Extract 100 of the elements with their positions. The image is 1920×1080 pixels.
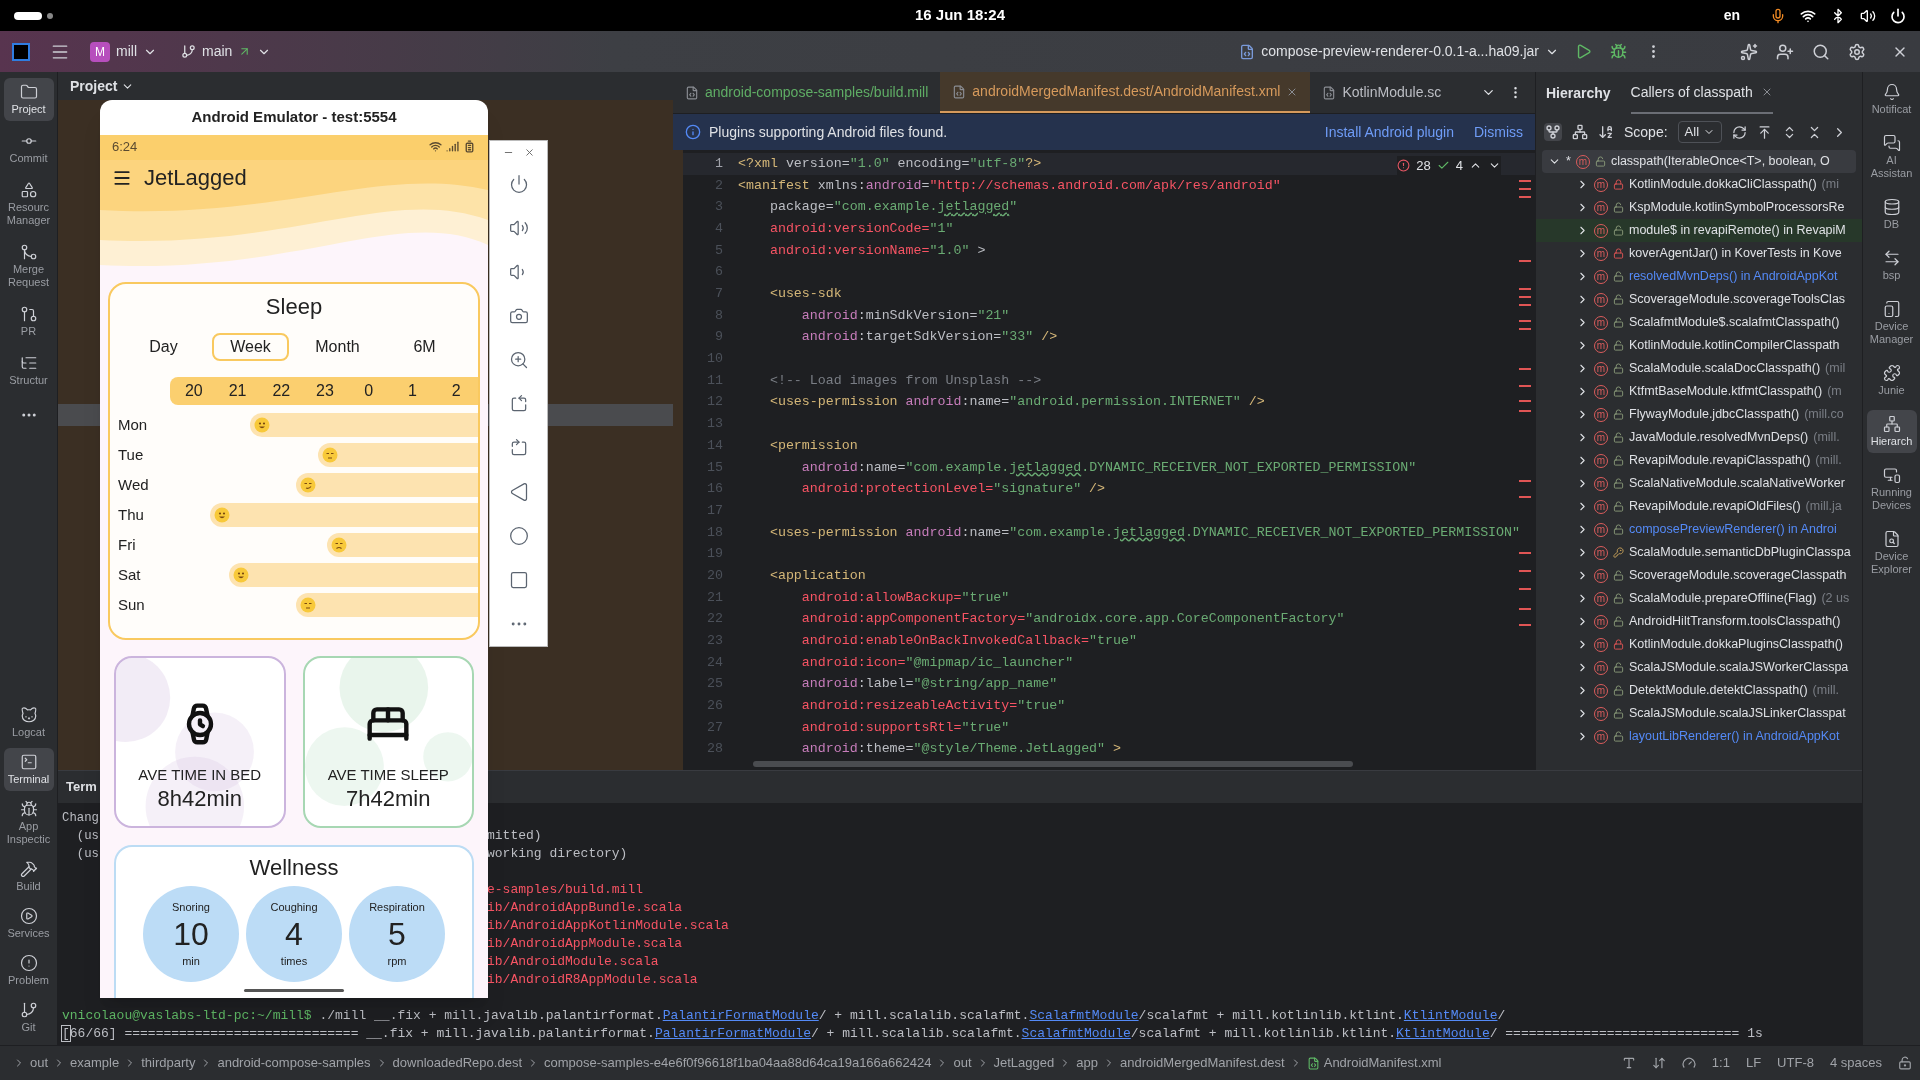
power-icon[interactable] (1890, 7, 1906, 24)
add-user-icon[interactable] (1776, 42, 1794, 61)
tool-window-button[interactable]: Build (3, 855, 54, 898)
tool-window-button[interactable]: PR (3, 300, 54, 343)
tree-item[interactable]: m JavaModule.resolvedMvnDeps() (mill. (1536, 426, 1862, 449)
tool-window-button[interactable]: Structur (3, 349, 54, 392)
tree-item[interactable]: m KotlinModule.dokkaCliClasspath() (mi (1536, 173, 1862, 196)
tool-window-button[interactable]: Terminal (3, 748, 54, 791)
breadcrumb[interactable]: compose-samples-e4e6f0f96618f1ba04aa88d64ca19a166a662424 (544, 1053, 932, 1073)
tree-item[interactable]: m ScalaModule.scalaDocClasspath() (mil (1536, 357, 1862, 380)
refresh-icon[interactable] (1732, 124, 1748, 140)
breadcrumb[interactable]: AndroidManifest.xml (1323, 1053, 1442, 1073)
tool-window-button[interactable]: Merge Request (3, 238, 54, 294)
banner-link[interactable]: Dismiss (1474, 121, 1523, 143)
terminal-link[interactable]: PalantirFormatModule (654, 1026, 811, 1042)
tree-item[interactable]: m RevapiModule.revapiClasspath() (mill. (1536, 449, 1862, 472)
tool-window-button[interactable]: Logcat (3, 701, 54, 744)
tree-item[interactable]: m KotlinModule.kotlinCompilerClasspath (1536, 334, 1862, 357)
tree-item[interactable]: m resolvedMvnDeps() in AndroidAppKot (1536, 265, 1862, 288)
zoom-in-icon[interactable] (508, 350, 529, 370)
tree-item[interactable]: m AndroidHiltTransform.toolsClasspath() (1536, 610, 1862, 633)
period-tab[interactable]: Month (297, 332, 378, 361)
tool-window-button[interactable]: DB (1866, 193, 1917, 236)
panel-tab[interactable]: Callers of classpath (1630, 72, 1773, 114)
caret-position[interactable]: 1:1 (1711, 1053, 1730, 1073)
tree-item[interactable]: m DetektModule.detektClasspath() (mill. (1536, 679, 1862, 702)
tool-window-button[interactable]: bsp (1866, 244, 1917, 287)
gauge-icon[interactable] (1681, 1056, 1696, 1070)
close-icon[interactable] (523, 147, 535, 158)
terminal-link[interactable]: ScalafmtModule (1029, 1008, 1139, 1024)
tool-window-button[interactable]: Running Devices (1866, 461, 1917, 517)
sort-icon[interactable] (1598, 124, 1614, 140)
terminal-link[interactable]: KtlintModule (1403, 1008, 1498, 1024)
period-tab[interactable]: Day (131, 332, 196, 361)
debug-icon[interactable] (1610, 43, 1627, 60)
tool-window-button[interactable]: Junie (1866, 359, 1917, 402)
breadcrumb[interactable]: androidMergedManifest.dest (1119, 1053, 1285, 1073)
period-tab[interactable]: Week (212, 332, 289, 361)
banner-link[interactable]: Install Android plugin (1324, 121, 1454, 143)
tree-item[interactable]: m ScalaModule.semanticDbPluginClasspa (1536, 541, 1862, 564)
scope-dropdown[interactable]: All (1677, 121, 1723, 143)
tree-item[interactable]: m KspModule.kotlinSymbolProcessorsRe (1536, 196, 1862, 219)
tree-item[interactable]: m ScalafmtModule$.scalafmtClasspath() (1536, 311, 1862, 334)
breadcrumb[interactable]: example (70, 1053, 120, 1073)
tool-window-button[interactable]: App Inspectic (3, 795, 54, 851)
overview-icon[interactable] (508, 570, 529, 590)
tool-window-button[interactable]: AI Assistan (1866, 129, 1917, 185)
hierarchy-icon[interactable] (1572, 124, 1588, 140)
breadcrumb[interactable]: out (30, 1053, 49, 1073)
editor-tab[interactable]: KotlinModule.sc (1310, 72, 1454, 113)
run-icon[interactable] (1575, 43, 1592, 60)
tree-item[interactable]: m ScoverageModule.scoverageToolsClas (1536, 288, 1862, 311)
tool-window-button[interactable]: Notificat (1866, 78, 1917, 121)
file-encoding[interactable]: UTF-8 (1777, 1053, 1814, 1073)
microphone-icon[interactable] (1770, 7, 1786, 24)
tree-item[interactable]: m composePreviewRenderer() in Androi (1536, 518, 1862, 541)
editor-tab[interactable]: android-compose-samples/build.mill (673, 72, 941, 113)
indent-setting[interactable]: 4 spaces (1829, 1053, 1882, 1073)
breadcrumb[interactable]: app (1076, 1053, 1098, 1073)
breadcrumb[interactable]: JetLagged (993, 1053, 1055, 1073)
tree-item[interactable]: m ScalaJSModule.scalaJSLinkerClasspat (1536, 702, 1862, 725)
camera-icon[interactable] (508, 306, 529, 326)
ide-logo-icon[interactable] (12, 42, 30, 61)
tree-item[interactable]: m ScalaModule.prepareOffline(Flag) (2 us (1536, 587, 1862, 610)
home-icon[interactable] (508, 526, 529, 546)
tree-icon[interactable] (1544, 123, 1562, 141)
tool-window-button[interactable]: Hierarch (1866, 410, 1917, 453)
volume-up-icon[interactable] (508, 218, 529, 238)
settings-icon[interactable] (1848, 42, 1866, 61)
tool-window-button[interactable]: Commit (3, 127, 54, 170)
period-tab[interactable]: 6M (395, 332, 454, 361)
terminal-link[interactable]: PalantirFormatModule (662, 1008, 819, 1024)
volume-icon[interactable] (1860, 7, 1876, 24)
sparkle-icon[interactable] (1740, 42, 1758, 61)
tree-item[interactable]: m ScalaNativeModule.scalaNativeWorker (1536, 472, 1862, 495)
tree-item[interactable]: m KotlinModule.dokkaPluginsClasspath() (1536, 633, 1862, 656)
panel-tab[interactable]: Hierarchy (1546, 72, 1611, 114)
project-selector[interactable]: M mill (90, 41, 157, 62)
line-separator[interactable]: LF (1745, 1053, 1762, 1073)
search-icon[interactable] (1812, 42, 1830, 61)
back-icon[interactable] (508, 482, 529, 502)
breadcrumb[interactable]: out (953, 1053, 972, 1073)
branch-selector[interactable]: main (181, 41, 272, 62)
run-configuration[interactable]: compose-preview-renderer-0.0.1-a...ha09.jar (1239, 41, 1559, 62)
tree-item[interactable]: * m classpath(IterableOnce<T>, boolean, O (1542, 150, 1856, 173)
tree-item[interactable]: m ScalaJSModule.scalaJSWorkerClasspa (1536, 656, 1862, 679)
terminal-link[interactable]: ScalafmtModule (1021, 1026, 1131, 1042)
tree-item[interactable]: m koverAgentJar() in KoverTests in Kove (1536, 242, 1862, 265)
tool-window-button[interactable]: Device Manager (1866, 295, 1917, 351)
tree-item[interactable]: m FlywayModule.jdbcClasspath() (mill.co (1536, 403, 1862, 426)
terminal-link[interactable]: KtlintModule (1396, 1026, 1490, 1042)
tree-item[interactable]: m module$ in revapiRemote() in RevapiM (1536, 219, 1862, 242)
tree-item[interactable]: m KtfmtBaseModule.ktfmtClasspath() (m (1536, 380, 1862, 403)
breadcrumb[interactable]: downloadedRepo.dest (392, 1053, 522, 1073)
tree-item[interactable]: m layoutLibRenderer() in AndroidAppKot (1536, 725, 1862, 748)
tree-item[interactable]: m ScoverageModule.scoverageClasspath (1536, 564, 1862, 587)
tree-item[interactable]: m RevapiModule.revapiOldFiles() (mill.ja (1536, 495, 1862, 518)
tool-window-button[interactable]: Problem (3, 949, 54, 992)
tool-window-button[interactable]: Project (3, 78, 54, 121)
text-icon[interactable] (1621, 1056, 1636, 1070)
